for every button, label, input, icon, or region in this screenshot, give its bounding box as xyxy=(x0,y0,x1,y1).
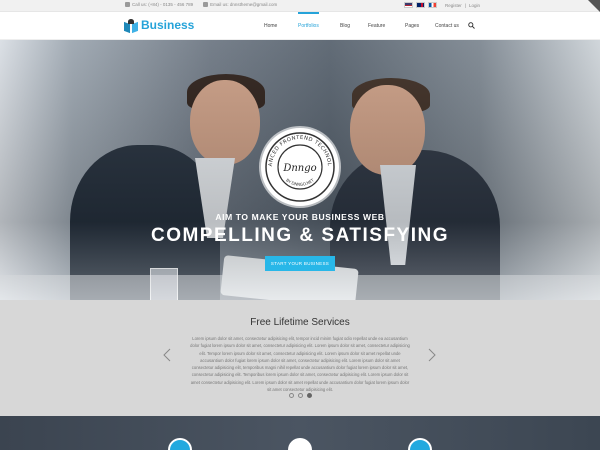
flag-us-icon[interactable] xyxy=(404,2,414,8)
logo[interactable]: Business xyxy=(124,18,195,33)
flag-fr-icon[interactable] xyxy=(428,2,438,8)
feature-icon-1[interactable] xyxy=(168,438,192,450)
chevron-left-icon[interactable] xyxy=(162,348,171,362)
search-icon[interactable] xyxy=(468,22,475,29)
hero-slider: ADVANCED FRONTEND TECHNOLOGY BY DNNGO.NE… xyxy=(0,40,600,300)
feature-icon-3[interactable] xyxy=(408,438,432,450)
services-slider-dots xyxy=(289,393,312,398)
email-text[interactable]: Email us: dnnstheme@gmail.com xyxy=(210,2,277,7)
email-info[interactable]: Email us: dnnstheme@gmail.com xyxy=(203,2,277,7)
register-link[interactable]: Register xyxy=(445,3,462,8)
services-dot-2[interactable] xyxy=(298,393,303,398)
nav-blog[interactable]: Blog xyxy=(340,23,350,29)
logo-text: Business xyxy=(141,18,195,32)
email-icon xyxy=(203,2,209,7)
corner-ribbon[interactable] xyxy=(588,0,600,12)
contact-info: Call us: (+84) - 0135 - 456 789 Email us… xyxy=(125,2,277,7)
logo-icon xyxy=(124,18,138,33)
services-text: Lorem ipsum dolor sit amet, consectetur … xyxy=(190,336,410,393)
nav-home[interactable]: Home xyxy=(264,23,277,29)
services-dot-1[interactable] xyxy=(289,393,294,398)
services-dot-3[interactable] xyxy=(307,393,312,398)
nav-portfolios[interactable]: Portfolios xyxy=(298,12,319,29)
top-bar: Call us: (+84) - 0135 - 456 789 Email us… xyxy=(0,0,600,12)
separator: | xyxy=(464,2,466,8)
phone-info: Call us: (+84) - 0135 - 456 789 xyxy=(125,2,193,7)
phone-text: Call us: (+84) - 0135 - 456 789 xyxy=(132,2,194,7)
services-title: Free Lifetime Services xyxy=(250,317,350,328)
top-bar-right: Register | Login xyxy=(404,2,480,8)
nav-contact-us[interactable]: Contact us xyxy=(435,23,459,29)
hero-title: COMPELLING & SATISFYING xyxy=(150,225,450,246)
badge-center-text: Dnngo xyxy=(283,163,317,174)
features-strip xyxy=(0,416,600,450)
nav-feature[interactable]: Feature xyxy=(368,23,385,29)
brand-badge: ADVANCED FRONTEND TECHNOLOGY BY DNNGO.NE… xyxy=(261,128,339,206)
feature-icon-2[interactable] xyxy=(288,438,312,450)
chevron-right-icon[interactable] xyxy=(428,348,437,362)
nav-pages[interactable]: Pages xyxy=(405,23,419,29)
hero-subtitle: AIM TO MAKE YOUR BUSINESS WEB xyxy=(215,212,385,222)
header: Business Home Portfolios Blog Feature Pa… xyxy=(0,12,600,40)
flag-uk-icon[interactable] xyxy=(416,2,426,8)
start-business-button[interactable]: START YOUR BUSINESS xyxy=(265,256,335,271)
phone-icon xyxy=(125,2,130,7)
login-link[interactable]: Login xyxy=(469,3,480,8)
services-section: Free Lifetime Services Lorem ipsum dolor… xyxy=(0,300,600,416)
